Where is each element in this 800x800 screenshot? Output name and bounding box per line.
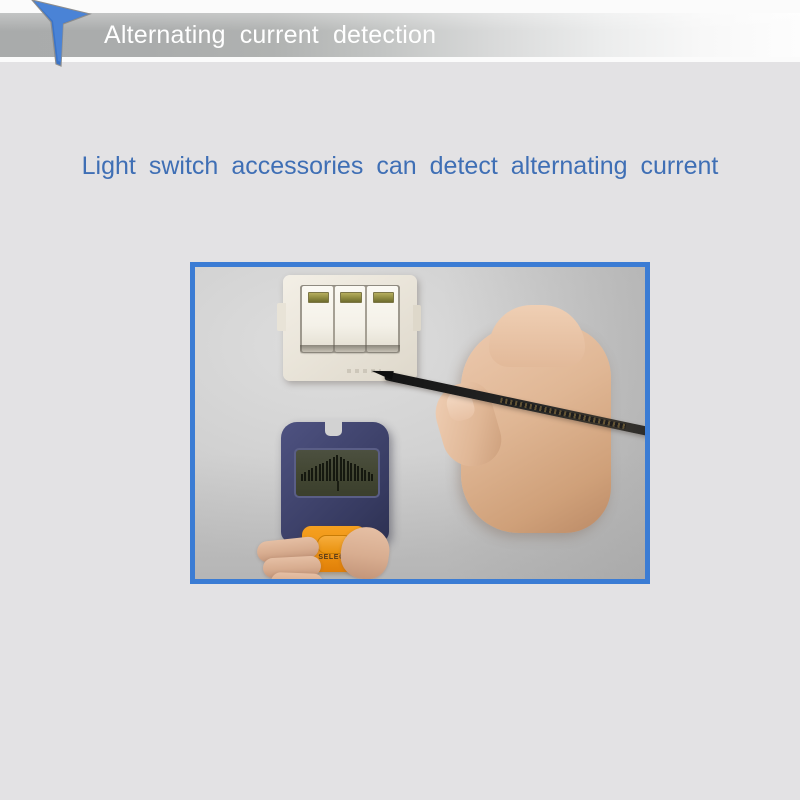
switch-rocker [334,286,366,352]
lcd-scale-bar [300,473,303,481]
lcd-scale-bar [318,464,321,481]
subtitle-word: accessories [231,152,364,180]
lcd-scale-bar [322,462,325,481]
lcd-scale-bar [343,458,346,481]
subtitle-caption: Light switch accessories can detect alternati… [0,152,800,181]
photo-scene: SELECT [195,267,645,579]
switch-rocker-group [300,285,400,353]
holding-hand [256,509,393,579]
pointing-hand [433,297,645,557]
lcd-scale-bar [346,460,349,481]
switch-indicator-window [372,292,395,303]
subtitle-word: Light [81,152,136,180]
lcd-scale-bar [307,469,310,481]
page-title-word: current [239,21,319,49]
switch-rocker [367,286,399,352]
subtitle-word: switch [148,152,219,180]
lcd-scale-bar [367,471,370,481]
switch-base-shadow [300,345,400,354]
lcd-scale-bar [329,458,332,481]
lcd-scale-bar [360,468,363,481]
lcd-scale-bar [364,469,367,481]
three-gang-light-switch [277,275,421,381]
lcd-scale-bar [350,462,353,481]
lcd-scale-bar [304,471,307,481]
detector-lcd-screen [294,448,380,498]
lcd-scale-bar [353,464,356,481]
switch-rocker [302,286,333,352]
subtitle-word: alternating [510,152,628,180]
switch-indicator-window [307,292,330,303]
knuckles [489,305,585,367]
switch-side-tab-left [277,303,286,331]
finger [270,572,324,579]
lcd-scale-bar [357,466,360,481]
lcd-scale-bar [336,455,339,481]
detector-lcd-scale [300,455,374,481]
switch-side-tab-right [413,305,421,331]
product-photo: SELECT [190,262,650,584]
lcd-scale-bar [332,456,335,481]
switch-indicator-window [340,292,362,303]
finger [337,523,393,579]
lcd-scale-bar [339,456,342,481]
detector-lcd-needle [337,481,339,491]
page-title-word: Alternating [104,21,226,49]
lcd-scale-bar [311,468,314,481]
subtitle-word: detect [429,152,498,180]
page-title-word: detection [332,21,437,49]
lcd-scale-bar [371,473,374,481]
page-header: Alternating current detection [0,0,800,67]
down-arrow-icon [31,0,92,67]
lcd-scale-bar [314,466,317,481]
detector-top-notch [325,420,342,436]
page-title: Alternating current detection [104,13,436,57]
subtitle-word: current [640,152,719,180]
lcd-scale-bar [325,460,328,481]
subtitle-word: can [376,152,417,180]
